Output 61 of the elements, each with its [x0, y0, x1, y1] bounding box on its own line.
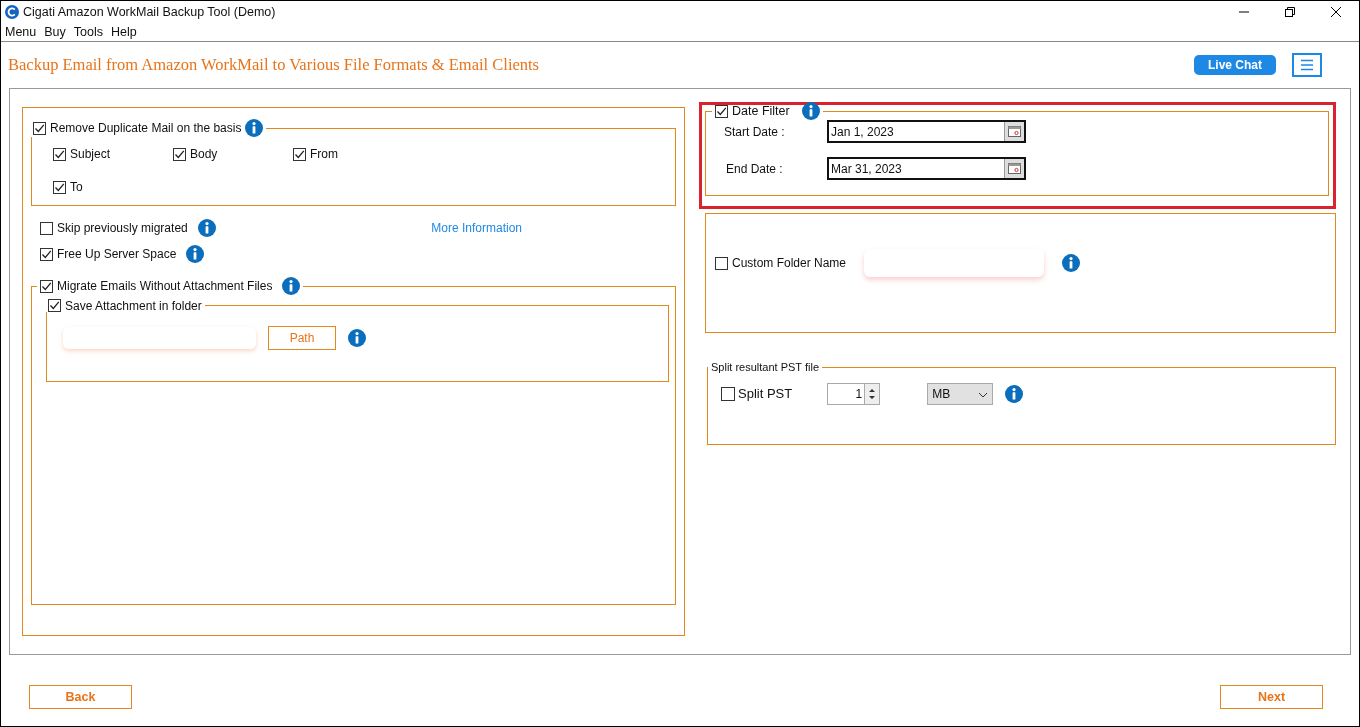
- checkbox-label: Skip previously migrated: [57, 220, 188, 237]
- calendar-icon: [1008, 126, 1021, 137]
- calendar-button[interactable]: [1004, 159, 1024, 178]
- info-icon: [348, 329, 366, 347]
- checkbox-label: Custom Folder Name: [732, 255, 847, 272]
- close-icon: [1330, 6, 1342, 18]
- checkbox[interactable]: [173, 147, 186, 161]
- menu-button[interactable]: [1292, 53, 1322, 77]
- checkbox[interactable]: [40, 221, 53, 235]
- calendar-icon: [1008, 163, 1021, 174]
- info-icon: [801, 102, 820, 120]
- checkbox[interactable]: [48, 299, 61, 312]
- field-label: Start Date :: [724, 123, 786, 141]
- up-down-arrows-icon: [868, 386, 877, 402]
- menu-item[interactable]: Help: [111, 23, 137, 41]
- menu-item[interactable]: Menu: [5, 23, 37, 41]
- info-icon: [197, 219, 216, 237]
- page-heading: Backup Email from Amazon WorkMail to Various File Formats & Email Clients: [8, 53, 540, 76]
- info-icon: [245, 119, 264, 137]
- live-chat-button[interactable]: Live Chat: [1194, 55, 1276, 75]
- menu-item[interactable]: Buy: [44, 23, 66, 41]
- info-icon: [282, 277, 301, 295]
- chevron-down-icon: [978, 391, 989, 398]
- checkbox-label: To: [70, 179, 83, 196]
- checkbox-label: Date Filter: [732, 104, 790, 118]
- info-icon: [186, 245, 205, 263]
- app-logo-icon: [5, 5, 19, 19]
- menu-icon: [1300, 59, 1314, 71]
- menu-item[interactable]: Tools: [73, 23, 103, 41]
- info-icon: [1005, 385, 1024, 403]
- window-title: Cigati Amazon WorkMail Backup Tool (Demo): [23, 3, 276, 21]
- checkbox-label: Free Up Server Space: [57, 246, 177, 263]
- checkbox[interactable]: [293, 147, 306, 161]
- field-label: End Date :: [725, 160, 784, 178]
- checkbox-label: Split PST: [738, 385, 793, 404]
- spin-buttons[interactable]: [864, 384, 880, 404]
- unit-dropdown[interactable]: MB: [927, 383, 994, 405]
- start-date-field[interactable]: Jan 1, 2023: [827, 120, 1026, 143]
- checkbox[interactable]: [721, 387, 735, 401]
- group-title: Split resultant PST file: [710, 362, 820, 373]
- checkbox[interactable]: [53, 147, 66, 161]
- checkbox-label: Subject: [70, 146, 111, 163]
- checkbox-label: From: [310, 146, 338, 163]
- path-field[interactable]: [63, 327, 256, 349]
- calendar-button[interactable]: [1004, 122, 1024, 141]
- info-icon: [1062, 254, 1081, 272]
- checkbox-label: Save Attachment in folder: [65, 299, 202, 312]
- checkbox[interactable]: [715, 104, 728, 118]
- more-information-link[interactable]: More Information: [431, 219, 522, 237]
- checkbox[interactable]: [33, 121, 46, 135]
- checkbox-label: Remove Duplicate Mail on the basis: [50, 122, 242, 134]
- checkbox[interactable]: [715, 256, 728, 270]
- checkbox[interactable]: [40, 247, 53, 261]
- checkbox[interactable]: [53, 180, 66, 194]
- checkbox-label: Migrate Emails Without Attachment Files: [57, 280, 273, 292]
- end-date-field[interactable]: Mar 31, 2023: [827, 157, 1026, 180]
- checkbox-label: Body: [190, 146, 218, 163]
- checkbox[interactable]: [40, 279, 53, 293]
- restore-icon: [1284, 6, 1296, 18]
- folder-name-field[interactable]: [864, 249, 1045, 277]
- size-spinner[interactable]: 1: [827, 383, 881, 405]
